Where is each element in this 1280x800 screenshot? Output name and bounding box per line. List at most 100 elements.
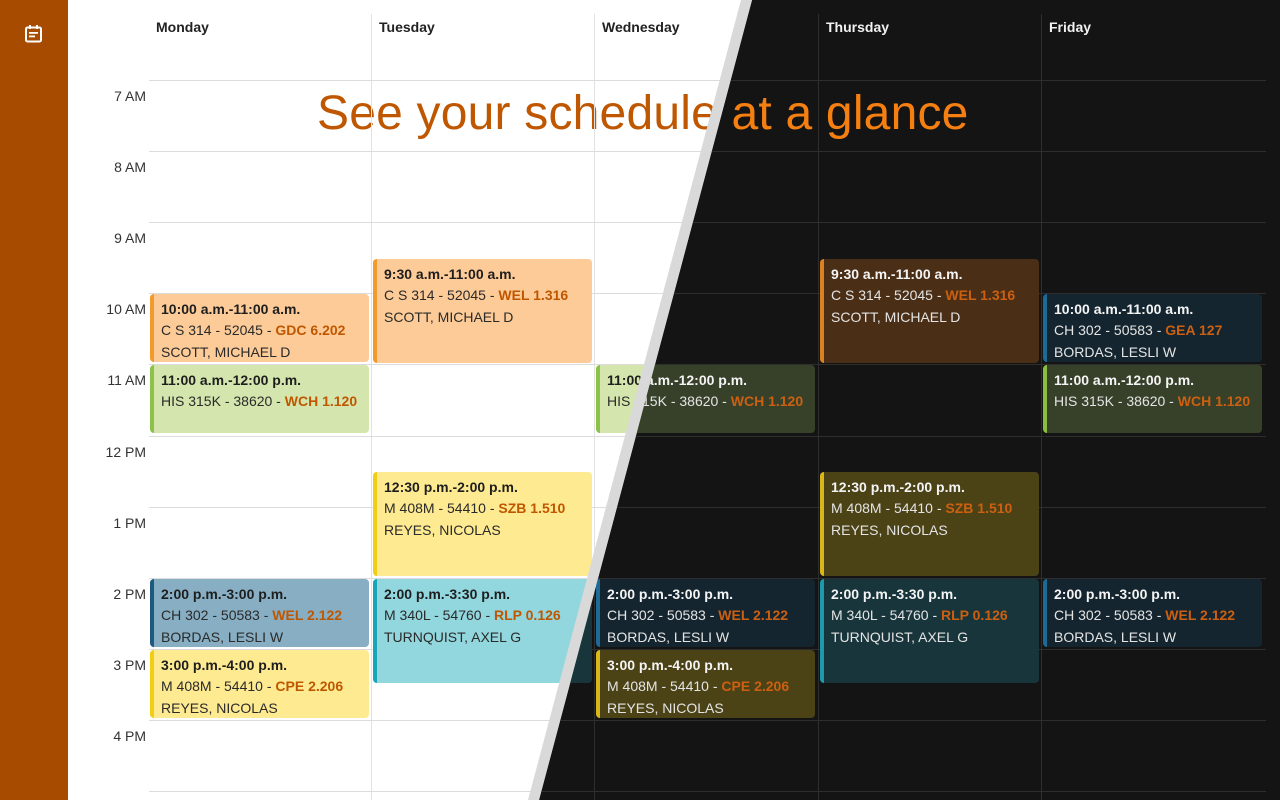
event-color-bar <box>820 259 824 363</box>
event-course: M 408M - 54410 - <box>161 678 276 695</box>
event-color-bar <box>150 294 154 362</box>
event-location[interactable]: WEL 2.122 <box>1165 607 1235 623</box>
event-time: 2:00 p.m.-3:30 p.m. <box>831 586 958 602</box>
event-course: CH 302 - 50583 - <box>1054 607 1166 624</box>
event-location[interactable]: CPE 2.206 <box>275 678 343 694</box>
class-event[interactable]: 12:30 p.m.-2:00 p.m. M 408M - 54410 - SZB… <box>820 472 1039 576</box>
event-course: M 408M - 54410 - <box>607 678 722 695</box>
class-event[interactable]: 10:00 a.m.-11:00 a.m. C S 314 - 52045 - G… <box>150 294 369 362</box>
event-location[interactable]: WCH 1.120 <box>285 393 357 409</box>
event-course-line: CH 302 - 50583 - WEL 2.122 <box>607 605 807 626</box>
event-time: 2:00 p.m.-3:30 p.m. <box>384 586 511 602</box>
time-label: 12 PM <box>105 444 146 460</box>
event-course: M 340L - 54760 - <box>831 607 941 624</box>
event-course-line: CH 302 - 50583 - GEA 127 <box>1054 320 1254 341</box>
event-course: M 408M - 54410 - <box>384 500 499 517</box>
time-label: 9 AM <box>114 230 146 246</box>
event-location[interactable]: GDC 6.202 <box>275 322 345 338</box>
column-divider <box>1041 14 1042 800</box>
class-event[interactable]: 2:00 p.m.-3:00 p.m. CH 302 - 50583 - WEL … <box>1043 579 1262 647</box>
event-course-line: M 340L - 54760 - RLP 0.126 <box>384 605 584 626</box>
event-location[interactable]: WEL 1.316 <box>498 287 568 303</box>
event-color-bar <box>820 579 824 683</box>
event-time: 9:30 a.m.-11:00 a.m. <box>831 266 963 282</box>
class-event[interactable]: 2:00 p.m.-3:30 p.m. M 340L - 54760 - RLP … <box>820 579 1039 683</box>
event-course: HIS 315K - 38620 - <box>161 393 285 410</box>
class-event[interactable]: 2:00 p.m.-3:30 p.m. M 340L - 54760 - RLP … <box>373 579 592 683</box>
event-time: 11:00 a.m.-12:00 p.m. <box>161 372 302 388</box>
event-location[interactable]: GEA 127 <box>1165 322 1222 338</box>
event-course-line: M 408M - 54410 - SZB 1.510 <box>384 498 584 519</box>
day-header-monday: Monday <box>156 19 209 35</box>
time-label: 11 AM <box>107 372 146 388</box>
event-course-line: C S 314 - 52045 - WEL 1.316 <box>831 285 1031 306</box>
event-location[interactable]: SZB 1.510 <box>498 500 565 516</box>
time-label: 2 PM <box>113 586 146 602</box>
event-instructor: BORDAS, LESLI W <box>1054 628 1177 645</box>
event-location[interactable]: SZB 1.510 <box>945 500 1012 516</box>
time-label: 8 AM <box>114 159 146 175</box>
event-course: C S 314 - 52045 - <box>384 287 499 304</box>
event-course: CH 302 - 50583 - <box>161 607 273 624</box>
class-event[interactable]: 9:30 a.m.-11:00 a.m. C S 314 - 52045 - WE… <box>373 259 592 363</box>
event-location[interactable]: WCH 1.120 <box>731 393 803 409</box>
event-color-bar <box>596 650 600 718</box>
class-event[interactable]: 2:00 p.m.-3:00 p.m. CH 302 - 50583 - WEL … <box>596 579 815 647</box>
event-instructor: REYES, NICOLAS <box>831 521 948 538</box>
event-course: CH 302 - 50583 - <box>607 607 719 624</box>
event-color-bar <box>596 579 600 647</box>
event-instructor: BORDAS, LESLI W <box>1054 343 1177 360</box>
event-time: 10:00 a.m.-11:00 a.m. <box>1054 301 1194 317</box>
event-location[interactable]: RLP 0.126 <box>494 607 561 623</box>
event-location[interactable]: WEL 1.316 <box>945 287 1015 303</box>
event-instructor: REYES, NICOLAS <box>161 699 278 716</box>
event-location[interactable]: RLP 0.126 <box>941 607 1008 623</box>
class-event[interactable]: 9:30 a.m.-11:00 a.m. C S 314 - 52045 - WE… <box>820 259 1039 363</box>
event-course: C S 314 - 52045 - <box>161 322 276 339</box>
event-time: 2:00 p.m.-3:00 p.m. <box>1054 586 1181 602</box>
time-label: 10 AM <box>106 301 146 317</box>
sidebar <box>0 0 68 800</box>
event-time: 3:00 p.m.-4:00 p.m. <box>607 657 734 673</box>
event-time: 10:00 a.m.-11:00 a.m. <box>161 301 301 317</box>
event-color-bar <box>1043 579 1047 647</box>
class-event[interactable]: 3:00 p.m.-4:00 p.m. M 408M - 54410 - CPE … <box>596 650 815 718</box>
event-color-bar <box>373 579 377 683</box>
event-instructor: REYES, NICOLAS <box>607 699 724 716</box>
event-course: HIS 315K - 38620 - <box>1054 393 1178 410</box>
event-color-bar <box>373 472 377 576</box>
event-location[interactable]: WCH 1.120 <box>1178 393 1250 409</box>
time-label: 1 PM <box>113 515 146 531</box>
event-color-bar <box>596 365 600 433</box>
calendar-icon[interactable] <box>24 24 43 43</box>
event-course-line: HIS 315K - 38620 - WCH 1.120 <box>1054 391 1254 412</box>
class-event[interactable]: 11:00 a.m.-12:00 p.m. HIS 315K - 38620 - … <box>1043 365 1262 433</box>
event-location[interactable]: WEL 2.122 <box>718 607 788 623</box>
event-course-line: HIS 315K - 38620 - WCH 1.120 <box>161 391 361 412</box>
event-location[interactable]: CPE 2.206 <box>721 678 789 694</box>
event-color-bar <box>820 472 824 576</box>
event-course: CH 302 - 50583 - <box>1054 322 1166 339</box>
event-color-bar <box>1043 294 1047 362</box>
class-event[interactable]: 2:00 p.m.-3:00 p.m. CH 302 - 50583 - WEL … <box>150 579 369 647</box>
event-color-bar <box>150 579 154 647</box>
event-instructor: BORDAS, LESLI W <box>607 628 730 645</box>
day-header-thursday: Thursday <box>826 19 890 35</box>
event-time: 3:00 p.m.-4:00 p.m. <box>161 657 288 673</box>
day-header-tuesday: Tuesday <box>379 19 435 35</box>
time-label: 7 AM <box>114 88 146 104</box>
event-course-line: M 340L - 54760 - RLP 0.126 <box>831 605 1031 626</box>
class-event[interactable]: 3:00 p.m.-4:00 p.m. M 408M - 54410 - CPE … <box>150 650 369 718</box>
event-time: 12:30 p.m.-2:00 p.m. <box>831 479 965 495</box>
class-event[interactable]: 12:30 p.m.-2:00 p.m. M 408M - 54410 - SZB… <box>373 472 592 576</box>
class-event[interactable]: 11:00 a.m.-12:00 p.m. HIS 315K - 38620 - … <box>150 365 369 433</box>
class-event[interactable]: 10:00 a.m.-11:00 a.m. CH 302 - 50583 - GE… <box>1043 294 1262 362</box>
event-course-line: M 408M - 54410 - SZB 1.510 <box>831 498 1031 519</box>
day-header-wednesday: Wednesday <box>602 19 680 35</box>
column-divider <box>371 14 372 800</box>
event-color-bar <box>150 365 154 433</box>
event-time: 2:00 p.m.-3:00 p.m. <box>161 586 288 602</box>
time-label: 3 PM <box>113 657 146 673</box>
event-location[interactable]: WEL 2.122 <box>272 607 342 623</box>
event-instructor: SCOTT, MICHAEL D <box>384 308 514 325</box>
